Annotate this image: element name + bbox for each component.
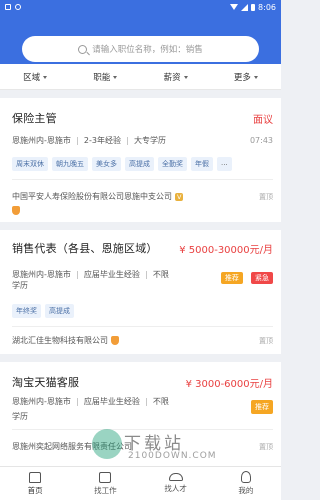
divider <box>12 429 273 430</box>
job-salary: 面议 <box>253 114 273 126</box>
tag: 高提成 <box>125 157 154 171</box>
job-education-prefix: 不限 <box>152 397 169 406</box>
divider <box>12 326 273 327</box>
search-input[interactable]: 请输入职位名称，例如：销售 <box>22 36 259 62</box>
job-title: 保险主管 <box>12 112 57 125</box>
divider <box>12 179 273 180</box>
wifi-icon <box>230 4 239 10</box>
job-salary: ¥ 3000-6000元/月 <box>185 378 273 390</box>
job-card[interactable]: 淘宝天猫客服 ¥ 3000-6000元/月 恩施州内-恩施市 应届毕业生经验 不… <box>0 362 281 466</box>
job-tags: 周末双休 朝九晚五 美女多 高提成 全勤奖 年假 ... <box>12 157 232 171</box>
job-education-prefix: 不限 <box>152 270 169 279</box>
tag: 美女多 <box>92 157 121 171</box>
nav-profile-label: 我的 <box>238 486 254 495</box>
job-education-label: 学历 <box>12 281 28 290</box>
job-title: 销售代表（各县、恩施区域） <box>12 242 158 255</box>
nav-find-job-label: 找工作 <box>94 485 117 495</box>
job-meta: 恩施州内-恩施市 2-3年经验 大专学历 <box>12 135 166 146</box>
home-icon <box>29 471 42 483</box>
filter-region-label: 区域 <box>23 72 41 83</box>
nav-home[interactable]: 首页 <box>0 467 70 500</box>
filter-more[interactable]: 更多 <box>211 71 281 83</box>
job-experience: 应届毕业生经验 <box>83 397 140 406</box>
job-location: 恩施州内-恩施市 <box>12 136 71 145</box>
battery-icon <box>251 3 256 11</box>
tag: 高提成 <box>45 304 74 318</box>
tag: 年假 <box>191 157 213 171</box>
search-icon <box>78 44 88 54</box>
filter-function-label: 职能 <box>93 72 111 83</box>
status-time: 8:06 <box>258 2 276 12</box>
job-meta: 恩施州内-恩施市 应届毕业生经验 不限 <box>12 269 169 280</box>
chevron-down-icon <box>183 75 188 79</box>
nav-find-talent-label: 找人才 <box>164 484 187 493</box>
status-bar: 8:06 <box>0 0 281 14</box>
company-label: 中国平安人寿保险股份有限公司恩施中支公司 <box>12 192 172 201</box>
top-label: 置顶 <box>259 442 273 451</box>
tag: 周末双休 <box>12 157 48 171</box>
tag: 朝九晚五 <box>52 157 88 171</box>
search-placeholder: 请输入职位名称，例如：销售 <box>92 45 203 55</box>
nav-find-job[interactable]: 找工作 <box>70 467 140 500</box>
company-name: 恩施州奕起网络服务有限责任公司 <box>12 441 132 452</box>
nav-find-talent[interactable]: 找人才 <box>141 467 211 500</box>
tag: 年终奖 <box>12 304 41 318</box>
job-time: 07:43 <box>249 136 273 145</box>
briefcase-icon <box>99 471 112 483</box>
chevron-down-icon <box>43 75 48 79</box>
job-education: 大专学历 <box>133 136 166 145</box>
job-tags: 年终奖 高提成 <box>12 304 74 318</box>
status-indicators: 8:06 <box>230 3 276 12</box>
top-label: 置顶 <box>259 192 273 201</box>
nav-home-label: 首页 <box>27 485 43 495</box>
job-experience: 2-3年经验 <box>83 136 121 145</box>
more-tags-button[interactable]: ... <box>217 157 232 171</box>
recommend-badge: 推荐 <box>220 272 243 284</box>
urgent-badge: 紧急 <box>251 272 273 284</box>
job-card[interactable]: 销售代表（各县、恩施区域） ¥ 5000-30000元/月 恩施州内-恩施市 应… <box>0 230 281 354</box>
company-label: 湖北汇佳生物科技有限公司 <box>12 336 108 345</box>
tag: 全勤奖 <box>158 157 187 171</box>
status-notifications <box>5 4 21 10</box>
job-education: 学历 <box>12 411 28 422</box>
nav-profile[interactable]: 我的 <box>211 467 281 500</box>
job-experience: 应届毕业生经验 <box>83 270 140 279</box>
header: 请输入职位名称，例如：销售 <box>0 14 281 64</box>
job-education: 学历 <box>12 280 28 291</box>
filter-more-label: 更多 <box>233 72 251 83</box>
shield-icon <box>12 206 20 215</box>
company-name: 中国平安人寿保险股份有限公司恩施中支公司 V <box>12 191 184 202</box>
filter-region[interactable]: 区域 <box>0 71 70 83</box>
filter-salary[interactable]: 薪资 <box>141 71 211 83</box>
company-name: 湖北汇佳生物科技有限公司 <box>12 335 119 346</box>
graduation-cap-icon <box>168 473 183 481</box>
job-location: 恩施州内-恩施市 <box>12 270 71 279</box>
recommend-badge: 推荐 <box>251 400 273 414</box>
bottom-nav: 首页 找工作 找人才 我的 <box>0 466 281 500</box>
top-label: 置顶 <box>259 336 273 345</box>
job-location: 恩施州内-恩施市 <box>12 397 71 406</box>
user-icon <box>240 471 251 483</box>
filter-bar: 区域 职能 薪资 更多 <box>0 64 281 90</box>
verified-badge-icon: V <box>175 192 184 201</box>
job-salary: ¥ 5000-30000元/月 <box>179 244 273 256</box>
notification-icon-2 <box>15 4 21 10</box>
job-title: 淘宝天猫客服 <box>12 376 80 389</box>
filter-function[interactable]: 职能 <box>70 71 140 83</box>
notification-icon <box>5 4 11 10</box>
job-education-label: 学历 <box>12 412 28 421</box>
chevron-down-icon <box>113 75 118 79</box>
filter-salary-label: 薪资 <box>163 72 181 83</box>
job-meta: 恩施州内-恩施市 应届毕业生经验 不限 <box>12 396 169 407</box>
shield-icon <box>111 336 119 345</box>
signal-icon <box>241 3 249 11</box>
chevron-down-icon <box>253 75 258 79</box>
company-label: 恩施州奕起网络服务有限责任公司 <box>12 442 132 451</box>
job-card[interactable]: 保险主管 面议 恩施州内-恩施市 2-3年经验 大专学历 07:43 周末双休 … <box>0 98 281 222</box>
